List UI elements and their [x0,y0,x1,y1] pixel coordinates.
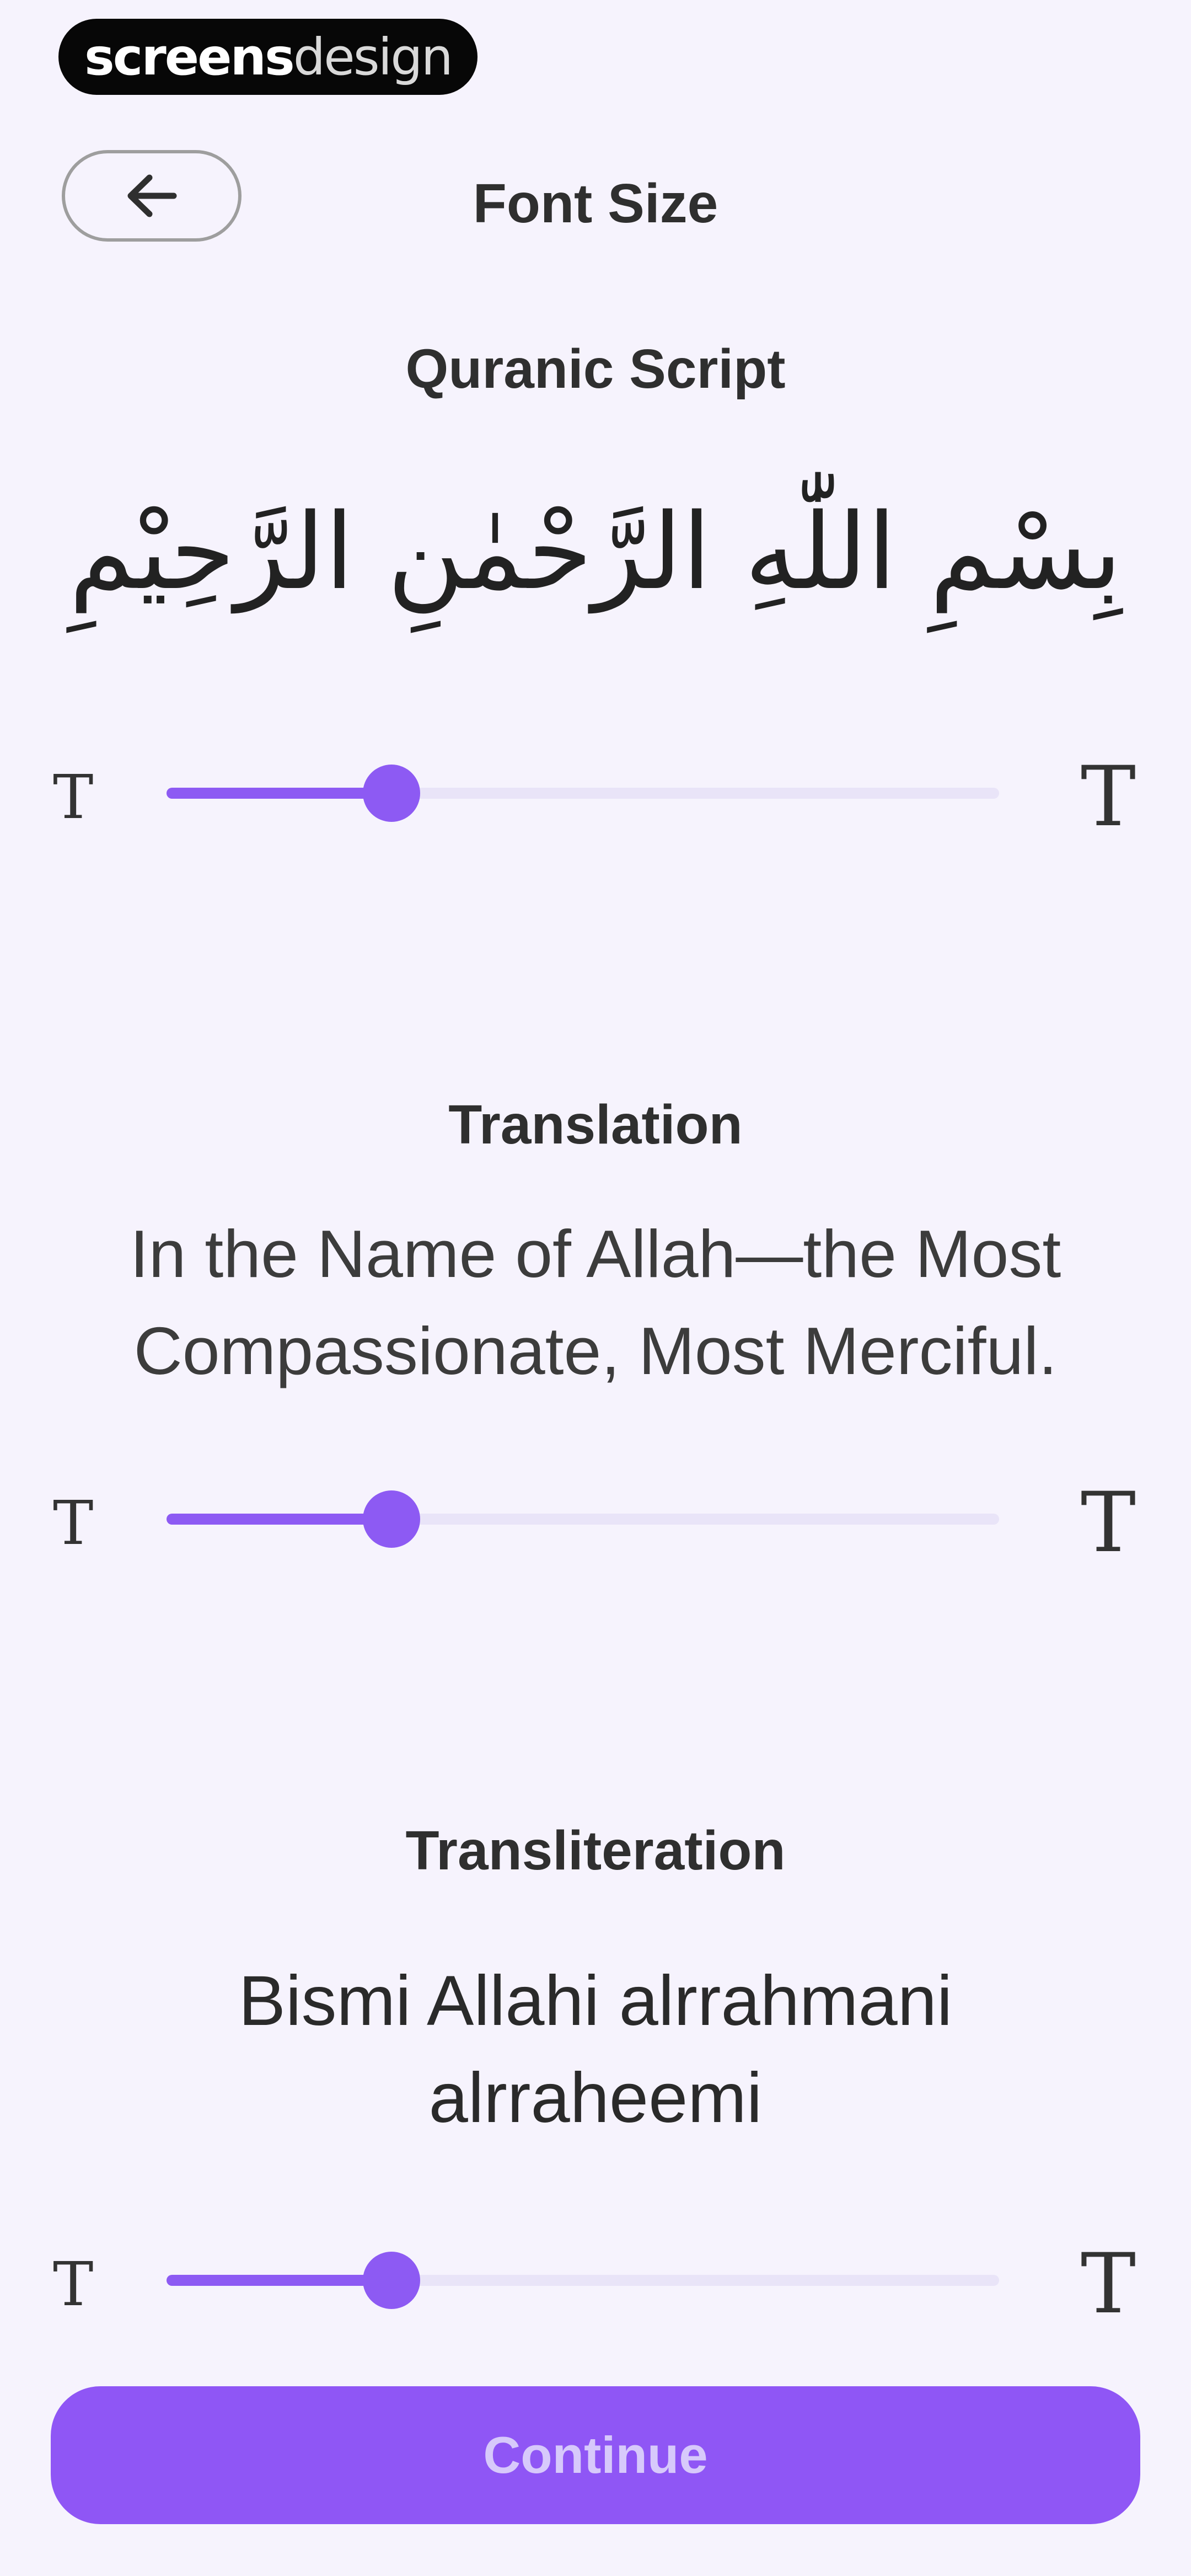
large-text-icon: T [1080,2236,1136,2332]
slider-thumb[interactable] [362,1490,420,1548]
slider-track[interactable] [167,1490,999,1548]
screensdesign-watermark: screens design [58,19,478,95]
large-text-icon: T [1080,749,1136,845]
transliteration-size-slider[interactable]: T T [0,2231,1191,2330]
small-text-icon: T [53,1488,94,1558]
watermark-bold: screens [84,27,295,87]
small-text-icon: T [53,762,94,832]
transliteration-preview: Bismi Allahi alrrahmani alrraheemi [66,1953,1125,2147]
font-size-screen: screens design Font Size Quranic Script ب… [0,0,1191,2576]
translation-preview: In the Name of Allah—the Most Compassion… [66,1205,1125,1399]
transliteration-title: Transliteration [405,1820,786,1882]
transliteration-line-2: alrraheemi [428,2059,763,2137]
slider-thumb[interactable] [362,765,420,822]
slider-track[interactable] [167,2252,999,2309]
large-text-icon: T [1080,1475,1136,1571]
quranic-size-slider[interactable]: T T [0,744,1191,843]
page-title: Font Size [473,173,718,234]
slider-track[interactable] [167,765,999,822]
translation-line-1: In the Name of Allah—the Most [130,1216,1061,1291]
continue-button[interactable]: Continue [51,2386,1140,2524]
slider-fill [167,788,391,799]
quranic-script-title: Quranic Script [405,338,786,400]
small-text-icon: T [53,2249,94,2320]
translation-title: Translation [448,1094,743,1156]
translation-line-2: Compassionate, Most Merciful. [133,1313,1058,1388]
slider-thumb[interactable] [362,2252,420,2309]
watermark-light: design [293,27,453,87]
translation-size-slider[interactable]: T T [0,1469,1191,1569]
quranic-script-preview: بِسْمِ اللّٰهِ الرَّحْمٰنِ الرَّحِيْمِ [69,491,1122,613]
slider-fill [167,2275,391,2286]
transliteration-line-1: Bismi Allahi alrrahmani [238,1962,953,2040]
slider-fill [167,1514,391,1525]
